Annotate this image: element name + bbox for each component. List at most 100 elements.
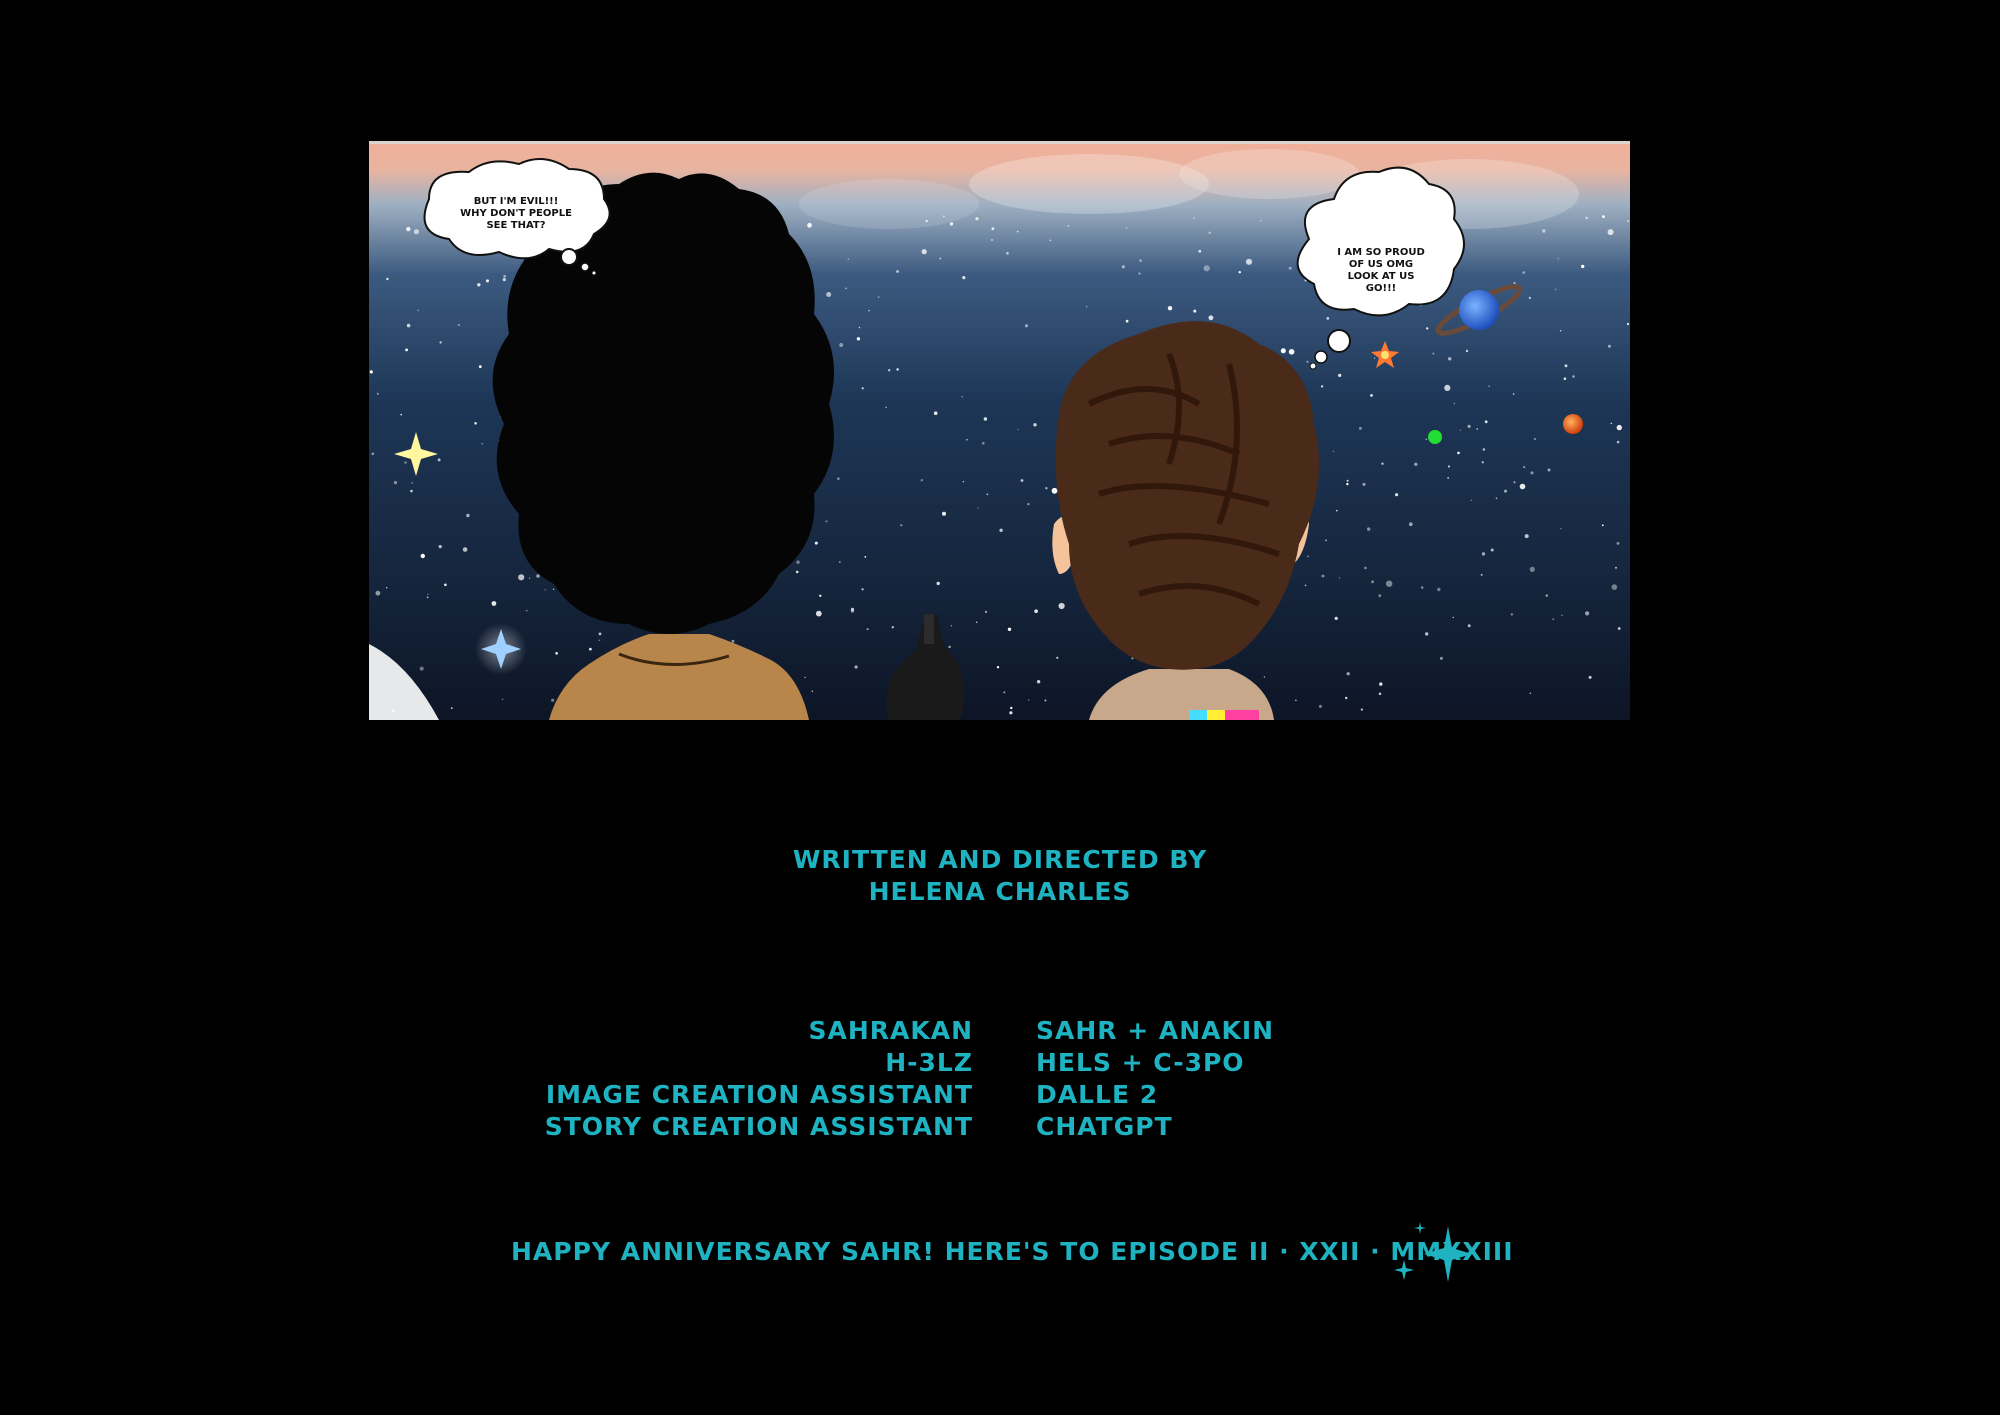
star xyxy=(986,493,989,496)
star xyxy=(1439,656,1443,660)
star xyxy=(1034,609,1038,613)
star xyxy=(1307,555,1309,558)
star xyxy=(1481,552,1486,556)
star xyxy=(838,561,841,564)
star xyxy=(1467,624,1471,628)
star xyxy=(1601,524,1604,527)
right-character xyxy=(1052,321,1319,720)
star xyxy=(502,278,506,282)
cast-name: ChatGPT xyxy=(1036,1112,1173,1141)
star xyxy=(1335,509,1338,512)
star xyxy=(950,625,953,627)
star xyxy=(1193,309,1197,313)
star xyxy=(406,323,411,328)
star xyxy=(850,609,855,613)
star xyxy=(1480,573,1483,576)
star xyxy=(864,556,867,558)
cast-name: Hels + C-3PO xyxy=(1036,1048,1245,1077)
star xyxy=(1362,482,1366,486)
star xyxy=(1523,466,1526,469)
star xyxy=(942,511,946,516)
star xyxy=(1358,426,1362,430)
star xyxy=(815,610,822,617)
star xyxy=(598,632,602,636)
star xyxy=(1588,675,1592,679)
star xyxy=(1563,377,1567,380)
star xyxy=(925,219,928,223)
star xyxy=(1306,360,1309,363)
star xyxy=(1561,614,1563,616)
star xyxy=(1058,602,1065,610)
cast-name: Sahr + Anakin xyxy=(1036,1016,1275,1045)
star xyxy=(1616,424,1623,431)
star xyxy=(486,279,489,283)
star xyxy=(900,524,903,527)
star xyxy=(1139,259,1142,262)
star xyxy=(1533,437,1536,441)
cast-role: Sahrakan xyxy=(808,1016,973,1045)
star xyxy=(1193,217,1195,219)
star xyxy=(1560,528,1562,530)
star xyxy=(1554,288,1557,291)
star xyxy=(1386,580,1393,587)
star xyxy=(1453,402,1456,405)
star xyxy=(1326,317,1330,320)
star xyxy=(1504,489,1507,493)
star xyxy=(1051,487,1058,494)
star xyxy=(1334,616,1338,620)
star xyxy=(404,461,407,464)
star xyxy=(551,698,555,702)
star xyxy=(1547,468,1551,472)
star xyxy=(1488,385,1491,388)
star xyxy=(1263,676,1266,678)
sparkle-icon xyxy=(1394,1222,1472,1282)
star xyxy=(413,229,419,235)
star xyxy=(1304,584,1307,587)
star xyxy=(1028,699,1030,701)
star xyxy=(1036,680,1041,684)
star xyxy=(933,411,938,416)
star xyxy=(891,626,894,629)
star xyxy=(417,309,419,312)
star xyxy=(1121,265,1125,269)
star xyxy=(457,323,460,327)
star xyxy=(1616,542,1620,545)
star xyxy=(375,590,381,596)
star xyxy=(491,601,497,606)
star xyxy=(1447,465,1451,468)
star xyxy=(1529,566,1535,572)
right-thought-text: I am so proud of us omg look at us go!!! xyxy=(1337,247,1425,294)
star xyxy=(462,547,468,552)
star xyxy=(1203,265,1210,272)
star xyxy=(888,369,891,372)
star xyxy=(552,588,555,590)
star xyxy=(1545,594,1549,597)
star xyxy=(1370,394,1373,397)
star xyxy=(1067,225,1070,227)
star xyxy=(856,337,861,341)
star xyxy=(598,639,601,642)
star xyxy=(1513,282,1516,284)
star xyxy=(438,545,442,549)
star xyxy=(795,570,799,574)
star xyxy=(814,541,818,545)
star xyxy=(1085,305,1088,308)
star xyxy=(1318,704,1322,708)
star xyxy=(406,226,411,232)
explosion xyxy=(1371,341,1399,368)
star xyxy=(1611,584,1618,590)
star xyxy=(1379,682,1383,686)
star xyxy=(1138,272,1141,275)
star xyxy=(990,238,994,242)
anniversary-message: Happy Anniversary Sahr! Here's to Episod… xyxy=(511,1237,1514,1266)
star xyxy=(1009,711,1013,715)
star xyxy=(437,458,441,462)
star xyxy=(481,443,483,445)
star xyxy=(996,666,1000,669)
star xyxy=(826,292,832,297)
star xyxy=(861,387,864,390)
star xyxy=(1519,483,1526,490)
star xyxy=(536,574,540,578)
star xyxy=(478,365,482,368)
star xyxy=(977,507,979,509)
